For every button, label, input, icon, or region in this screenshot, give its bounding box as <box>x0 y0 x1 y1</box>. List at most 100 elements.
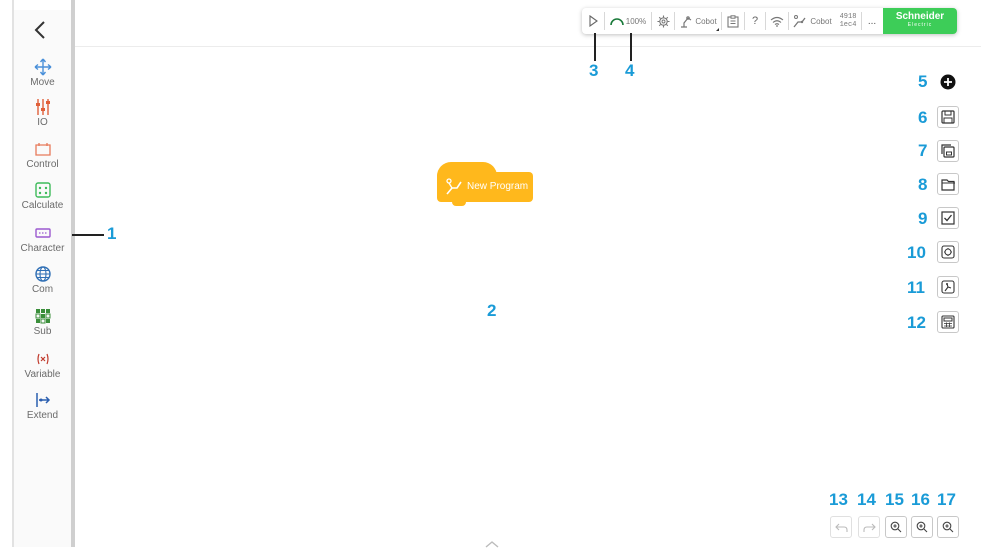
more-button[interactable]: ... <box>862 8 882 34</box>
undo-icon <box>834 523 848 532</box>
redo-button[interactable] <box>858 516 880 538</box>
sidebar-item-label: Extend <box>26 410 59 421</box>
zoom-reset-button[interactable] <box>937 516 959 538</box>
wifi-icon <box>770 16 784 27</box>
robot-arm-icon <box>793 15 806 28</box>
sidebar-item-sub[interactable]: Sub <box>14 307 71 337</box>
cobot-label-2: Cobot <box>810 16 832 26</box>
callout-13: 13 <box>829 490 848 509</box>
sidebar-item-label: Move <box>30 77 55 88</box>
move-arrows-icon <box>34 58 51 76</box>
callout-15: 15 <box>885 490 904 509</box>
check-program-button[interactable] <box>937 207 959 229</box>
program-block-connector <box>452 200 466 206</box>
zoom-out-button[interactable] <box>911 516 933 538</box>
variable-x-icon <box>36 353 49 365</box>
brand-name: Schneider <box>895 11 945 22</box>
callout-line-3 <box>594 33 596 61</box>
callout-10: 10 <box>907 243 926 262</box>
sidebar-item-label: Variable <box>24 369 61 380</box>
wifi-button[interactable] <box>766 8 788 34</box>
undo-button[interactable] <box>830 516 852 538</box>
callout-9: 9 <box>918 209 928 228</box>
cobot-select-2[interactable]: Cobot <box>789 8 835 34</box>
callout-16: 16 <box>911 490 930 509</box>
gear-icon <box>656 14 670 28</box>
sidebar-item-com[interactable]: Com <box>14 265 71 295</box>
help-button[interactable]: ? <box>745 8 765 34</box>
sidebar-item-move[interactable]: Move <box>14 58 71 88</box>
robot-teach-button[interactable] <box>937 276 959 298</box>
callout-6: 6 <box>918 108 928 127</box>
sidebar-item-character[interactable]: Character <box>14 224 71 254</box>
callout-5: 5 <box>918 72 928 91</box>
open-file-button[interactable] <box>937 173 959 195</box>
more-label: ... <box>867 15 877 27</box>
callout-3: 3 <box>589 61 599 80</box>
sidebar-item-control[interactable]: Control <box>14 140 71 170</box>
dropdown-corner-icon <box>716 28 719 31</box>
device-id: 4918 1ec4 <box>835 8 861 34</box>
sidebar-item-label: Character <box>20 243 65 254</box>
sidebar-item-variable[interactable]: Variable <box>14 350 71 380</box>
clipboard-icon <box>727 14 739 28</box>
calculator-icon <box>34 182 51 198</box>
clipboard-button[interactable] <box>722 8 744 34</box>
sidebar-item-io[interactable]: IO <box>14 98 71 128</box>
schneider-electric-logo: Schneider Electric <box>883 8 957 34</box>
play-icon <box>589 15 598 27</box>
callout-7: 7 <box>918 141 928 160</box>
robot-arm-icon <box>941 280 955 294</box>
cobot-label-1: Cobot <box>695 16 717 26</box>
program-block-label: New Program <box>467 181 529 192</box>
add-block-button[interactable] <box>937 71 959 93</box>
speed-control[interactable]: 100% <box>605 8 651 34</box>
cobot-select-1[interactable]: Cobot <box>675 8 721 34</box>
character-box-icon <box>34 228 51 238</box>
speed-gauge-icon <box>609 18 624 26</box>
callout-4: 4 <box>625 61 635 80</box>
extend-icon <box>35 393 50 407</box>
io-sliders-icon <box>35 99 50 115</box>
callout-line-1 <box>72 234 104 236</box>
chevron-left-icon <box>34 21 45 39</box>
zoom-in-icon <box>942 521 954 533</box>
sidebar-item-label: IO <box>37 117 48 128</box>
canvas-header-divider <box>75 46 981 47</box>
calculator-panel-button[interactable] <box>937 311 959 333</box>
callout-11: 11 <box>907 278 925 297</box>
redo-icon <box>862 523 876 532</box>
sidebar-item-label: Com <box>31 284 54 295</box>
save-as-icon <box>941 144 955 158</box>
callout-line-4 <box>630 33 632 61</box>
safety-settings-button[interactable] <box>937 241 959 263</box>
sidebar-item-label: Control <box>26 159 59 170</box>
sidebar-item-label: Sub <box>33 326 52 337</box>
globe-icon <box>34 266 51 282</box>
save-as-button[interactable] <box>937 140 959 162</box>
add-circle-icon <box>940 74 956 90</box>
grid-icon <box>35 309 50 324</box>
robot-arm-icon <box>446 178 462 195</box>
folder-open-icon <box>940 178 955 191</box>
callout-17: 17 <box>937 490 956 509</box>
callout-1: 1 <box>107 224 117 243</box>
back-button[interactable] <box>30 20 50 44</box>
save-icon <box>941 110 955 124</box>
control-bracket-icon <box>34 143 51 156</box>
sidebar-item-extend[interactable]: Extend <box>14 391 71 421</box>
brand-sub: Electric <box>907 22 933 28</box>
zoom-in-button[interactable] <box>885 516 907 538</box>
callout-8: 8 <box>918 175 928 194</box>
zoom-in-icon <box>916 521 928 533</box>
sidebar-item-label: Calculate <box>21 200 64 211</box>
callout-14: 14 <box>857 490 876 509</box>
device-id-bottom: 1ec4 <box>839 21 857 29</box>
program-canvas[interactable] <box>75 0 981 547</box>
callout-2: 2 <box>487 301 497 320</box>
settings-button[interactable] <box>652 8 674 34</box>
run-button[interactable] <box>582 8 604 34</box>
checkbox-icon <box>941 211 955 225</box>
save-button[interactable] <box>937 106 959 128</box>
sidebar-item-calculate[interactable]: Calculate <box>14 181 71 211</box>
